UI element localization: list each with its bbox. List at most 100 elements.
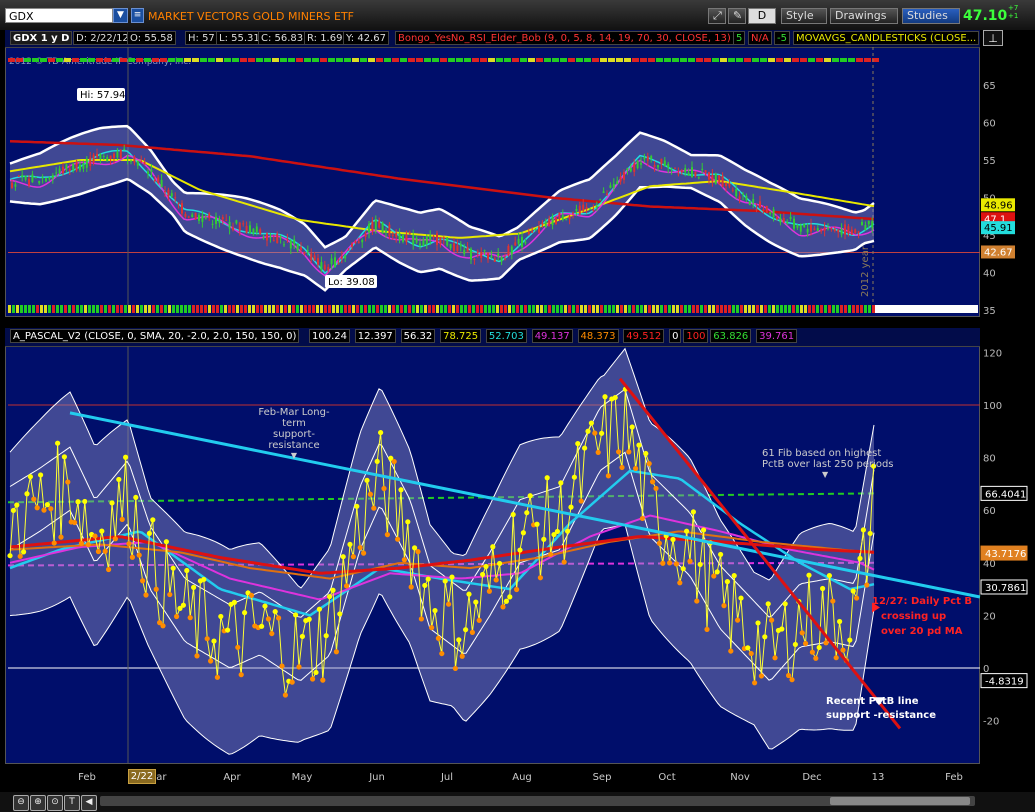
candle-body xyxy=(813,228,816,230)
signal-bar-top xyxy=(48,58,55,62)
pctb-dot xyxy=(214,674,220,680)
y-tick-label: 80 xyxy=(983,454,996,465)
signal-bar-top xyxy=(640,58,647,62)
candle-body xyxy=(119,149,122,159)
signal-bar-bottom xyxy=(320,305,323,313)
drawing-tool-icon[interactable]: ⤢ xyxy=(708,8,726,24)
pascal-value-10: 63.826 xyxy=(710,329,752,343)
signal-bar-top xyxy=(64,58,71,62)
pctb-dot xyxy=(170,565,176,571)
pctb-dot xyxy=(238,672,244,678)
pctb-dot xyxy=(102,548,108,554)
signal-bar-bottom xyxy=(492,305,495,313)
signal-bar-top xyxy=(864,58,871,62)
candle-body xyxy=(136,160,139,166)
signal-bar-bottom xyxy=(764,305,767,313)
symbol-input[interactable]: GDX xyxy=(5,8,113,23)
pctb-dot xyxy=(575,441,581,447)
candle-body xyxy=(657,165,659,168)
aggregation-d-button[interactable]: D xyxy=(748,8,776,24)
candle-body xyxy=(347,249,350,251)
candle-body xyxy=(701,168,704,170)
candle-body xyxy=(269,236,272,238)
pctb-dot xyxy=(208,658,214,664)
candle-body xyxy=(245,225,248,233)
pctb-dot xyxy=(180,602,186,608)
signal-bar-top xyxy=(560,58,567,62)
year-label: 2012 year xyxy=(860,245,871,297)
signal-bar-top xyxy=(392,58,399,62)
signal-bar-top xyxy=(152,58,159,62)
signal-bar-bottom xyxy=(616,305,619,313)
pctb-dot xyxy=(599,430,605,436)
symbol-period-label[interactable]: GDX 1 y D xyxy=(10,31,73,45)
signal-bar-top xyxy=(576,58,583,62)
studies-menu-button[interactable]: Studies xyxy=(902,8,960,24)
chart-settings-icon[interactable]: ⊥ xyxy=(983,30,1003,46)
candle-body xyxy=(493,258,496,262)
candle-body xyxy=(721,175,724,187)
signal-bar-bottom xyxy=(688,305,691,313)
signal-bar-top xyxy=(224,58,231,62)
study-bongo-label[interactable]: Bongo_YesNo_RSI_Elder_Bob (9, 0, 5, 8, 1… xyxy=(395,31,734,45)
signal-bar-bottom xyxy=(176,305,179,313)
candle-body xyxy=(612,184,615,188)
candle-body xyxy=(412,234,415,245)
candle-body xyxy=(446,237,449,246)
signal-bar-top xyxy=(664,58,671,62)
drawings-label: Drawings xyxy=(835,9,887,22)
signal-bar-bottom xyxy=(460,305,463,313)
signal-bar-top xyxy=(112,58,119,62)
x-tick-label: Sep xyxy=(592,772,612,783)
pctb-dot xyxy=(449,574,455,580)
candle-body xyxy=(442,237,445,240)
candle-body xyxy=(725,183,727,187)
signal-bar-bottom xyxy=(860,305,863,313)
candle-body xyxy=(629,168,632,172)
zoom-out-icon[interactable]: ⊖ xyxy=(13,795,29,811)
candle-body xyxy=(17,175,20,177)
candle-body xyxy=(378,220,381,228)
pctb-dot xyxy=(432,607,438,614)
signal-bar-bottom xyxy=(252,305,255,313)
pctb-dot xyxy=(99,528,105,534)
style-menu-button[interactable]: Style xyxy=(781,8,827,24)
scrollbar-thumb[interactable] xyxy=(830,797,970,805)
signal-bar-top xyxy=(144,58,151,62)
candle-body xyxy=(864,224,867,231)
candle-body xyxy=(861,222,863,226)
symbol-dropdown-button[interactable]: ▼ xyxy=(113,8,128,23)
signal-bar-top xyxy=(256,58,263,62)
pctb-dot xyxy=(327,593,333,600)
pascal-value-4: 52.703 xyxy=(485,329,527,343)
zoom-in-icon[interactable]: ⊕ xyxy=(30,795,46,811)
candle-body xyxy=(748,201,751,206)
zoom-select-icon[interactable]: ⊙ xyxy=(47,795,63,811)
pctb-dot xyxy=(748,650,754,657)
pctb-dot xyxy=(507,594,513,600)
signal-bar-top xyxy=(848,58,855,62)
signal-bar-top xyxy=(184,58,191,62)
candle-body xyxy=(126,156,129,159)
signal-bar-bottom xyxy=(584,305,587,313)
pctb-dot xyxy=(643,450,649,457)
price-change-line1: +7 xyxy=(1008,4,1019,12)
candle-body xyxy=(436,233,438,246)
study-bongo-value-2: N/A xyxy=(748,31,772,45)
candle-body xyxy=(415,237,418,243)
x-tick-label: May xyxy=(291,772,313,783)
pctb-dot xyxy=(116,476,122,483)
drawings-menu-button[interactable]: Drawings xyxy=(830,8,898,24)
t-cursor-icon[interactable]: T xyxy=(64,795,80,811)
symbol-lookup-icon[interactable]: ≡ xyxy=(131,8,144,23)
candle-body xyxy=(153,180,156,182)
candle-body xyxy=(317,258,319,265)
signal-bar-bottom xyxy=(740,305,743,313)
study-movavgs-label[interactable]: MOVAVGS_CANDLESTICKS (CLOSE... xyxy=(793,31,979,45)
signal-bar-bottom xyxy=(212,305,215,313)
pctb-dot xyxy=(262,603,268,609)
pascal-study-label[interactable]: A_PASCAL_V2 (CLOSE, 0, SMA, 20, -2.0, 2.… xyxy=(10,329,300,343)
scroll-left-icon[interactable]: ◀ xyxy=(81,795,97,811)
settings-wrench-icon[interactable]: ✎ xyxy=(728,8,746,24)
signal-bar-bottom xyxy=(244,305,247,313)
